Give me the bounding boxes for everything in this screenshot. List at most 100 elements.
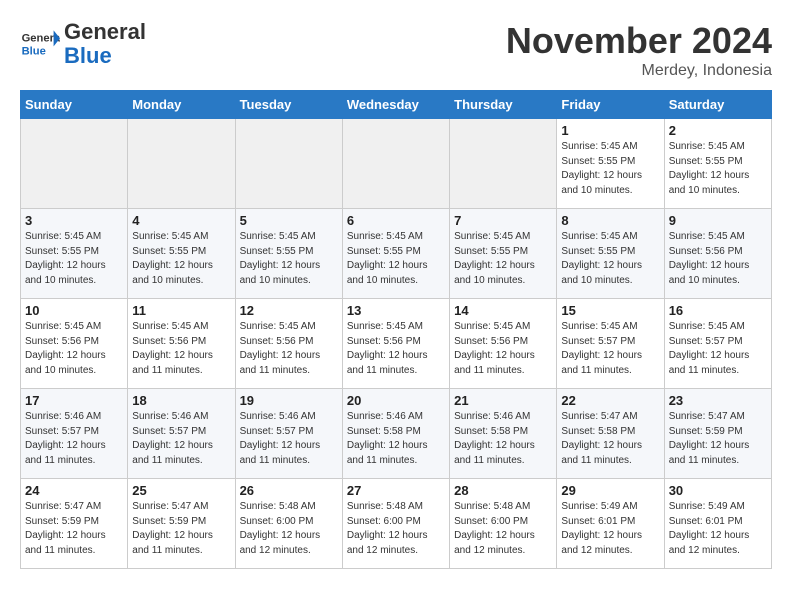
day-number: 11 (132, 303, 230, 318)
calendar-cell: 24Sunrise: 5:47 AM Sunset: 5:59 PM Dayli… (21, 479, 128, 569)
day-info: Sunrise: 5:47 AM Sunset: 5:59 PM Dayligh… (132, 500, 230, 558)
location-label: Merdey, Indonesia (506, 62, 772, 80)
calendar-cell: 30 Sunrise: 5:49 AM Sunset: 6:01 PM Dayli… (664, 479, 771, 569)
calendar-cell: 11 Sunrise: 5:45 AM Sunset: 5:56 PM Dayli… (128, 299, 235, 389)
logo-text: General Blue (64, 20, 146, 68)
day-number: 4 (132, 213, 230, 228)
weekday-header-wednesday: Wednesday (342, 91, 449, 119)
calendar-cell: 12 Sunrise: 5:45 AM Sunset: 5:56 PM Dayli… (235, 299, 342, 389)
calendar-week-4: 17Sunrise: 5:46 AM Sunset: 5:57 PM Dayli… (21, 389, 772, 479)
calendar-cell: 4Sunrise: 5:45 AM Sunset: 5:55 PM Daylig… (128, 209, 235, 299)
day-number: 7 (454, 213, 552, 228)
day-number: 13 (347, 303, 445, 318)
day-number: 8 (561, 213, 659, 228)
calendar-cell: 5 Sunrise: 5:45 AM Sunset: 5:55 PM Daylig… (235, 209, 342, 299)
calendar-cell: 22 Sunrise: 5:47 AM Sunset: 5:58 PM Dayli… (557, 389, 664, 479)
month-title: November 2024 (506, 20, 772, 62)
calendar-cell: 14 Sunrise: 5:45 AM Sunset: 5:56 PM Dayli… (450, 299, 557, 389)
calendar-cell: 10 Sunrise: 5:45 AM Sunset: 5:56 PM Dayli… (21, 299, 128, 389)
weekday-header-saturday: Saturday (664, 91, 771, 119)
day-info: Sunrise: 5:49 AM Sunset: 6:01 PM Dayligh… (561, 500, 659, 558)
calendar-cell: 2 Sunrise: 5:45 AM Sunset: 5:55 PM Daylig… (664, 119, 771, 209)
day-info: Sunrise: 5:47 AM Sunset: 5:58 PM Dayligh… (561, 410, 659, 468)
day-info: Sunrise: 5:45 AM Sunset: 5:56 PM Dayligh… (347, 320, 445, 378)
calendar-cell: 18 Sunrise: 5:46 AM Sunset: 5:57 PM Dayli… (128, 389, 235, 479)
title-block: November 2024 Merdey, Indonesia (506, 20, 772, 80)
day-info: Sunrise: 5:45 AM Sunset: 5:56 PM Dayligh… (240, 320, 338, 378)
day-number: 10 (25, 303, 123, 318)
page-header: General Blue General Blue November 2024 … (20, 20, 772, 80)
day-info: Sunrise: 5:48 AM Sunset: 6:00 PM Dayligh… (240, 500, 338, 558)
calendar-cell: 15 Sunrise: 5:45 AM Sunset: 5:57 PM Dayli… (557, 299, 664, 389)
day-number: 18 (132, 393, 230, 408)
day-number: 23 (669, 393, 767, 408)
calendar-week-3: 10 Sunrise: 5:45 AM Sunset: 5:56 PM Dayli… (21, 299, 772, 389)
day-number: 5 (240, 213, 338, 228)
day-number: 12 (240, 303, 338, 318)
calendar-cell: 7 Sunrise: 5:45 AM Sunset: 5:55 PM Daylig… (450, 209, 557, 299)
day-number: 29 (561, 483, 659, 498)
logo: General Blue General Blue (20, 20, 146, 68)
day-info: Sunrise: 5:46 AM Sunset: 5:57 PM Dayligh… (132, 410, 230, 468)
day-number: 14 (454, 303, 552, 318)
calendar-cell: 27 Sunrise: 5:48 AM Sunset: 6:00 PM Dayli… (342, 479, 449, 569)
day-number: 15 (561, 303, 659, 318)
day-info: Sunrise: 5:45 AM Sunset: 5:55 PM Dayligh… (669, 140, 767, 198)
calendar-cell: 8 Sunrise: 5:45 AM Sunset: 5:55 PM Daylig… (557, 209, 664, 299)
calendar-week-2: 3 Sunrise: 5:45 AM Sunset: 5:55 PM Daylig… (21, 209, 772, 299)
weekday-header-monday: Monday (128, 91, 235, 119)
calendar-cell: 17Sunrise: 5:46 AM Sunset: 5:57 PM Dayli… (21, 389, 128, 479)
day-number: 21 (454, 393, 552, 408)
day-info: Sunrise: 5:45 AM Sunset: 5:55 PM Dayligh… (454, 230, 552, 288)
calendar-week-5: 24Sunrise: 5:47 AM Sunset: 5:59 PM Dayli… (21, 479, 772, 569)
day-number: 22 (561, 393, 659, 408)
logo-icon: General Blue (20, 24, 60, 64)
day-number: 1 (561, 123, 659, 138)
svg-text:Blue: Blue (22, 46, 46, 58)
calendar-cell: 25 Sunrise: 5:47 AM Sunset: 5:59 PM Dayli… (128, 479, 235, 569)
calendar-header-row: SundayMondayTuesdayWednesdayThursdayFrid… (21, 91, 772, 119)
calendar-cell: 6 Sunrise: 5:45 AM Sunset: 5:55 PM Daylig… (342, 209, 449, 299)
calendar-cell (235, 119, 342, 209)
calendar-cell: 28 Sunrise: 5:48 AM Sunset: 6:00 PM Dayli… (450, 479, 557, 569)
day-info: Sunrise: 5:45 AM Sunset: 5:55 PM Dayligh… (240, 230, 338, 288)
day-info: Sunrise: 5:45 AM Sunset: 5:55 PM Dayligh… (561, 140, 659, 198)
day-info: Sunrise: 5:47 AM Sunset: 5:59 PM Dayligh… (669, 410, 767, 468)
calendar-cell: 9Sunrise: 5:45 AM Sunset: 5:56 PM Daylig… (664, 209, 771, 299)
day-info: Sunrise: 5:48 AM Sunset: 6:00 PM Dayligh… (454, 500, 552, 558)
day-info: Sunrise: 5:46 AM Sunset: 5:57 PM Dayligh… (240, 410, 338, 468)
calendar-cell: 20 Sunrise: 5:46 AM Sunset: 5:58 PM Dayli… (342, 389, 449, 479)
day-number: 20 (347, 393, 445, 408)
day-info: Sunrise: 5:46 AM Sunset: 5:58 PM Dayligh… (347, 410, 445, 468)
day-info: Sunrise: 5:45 AM Sunset: 5:56 PM Dayligh… (669, 230, 767, 288)
day-number: 27 (347, 483, 445, 498)
day-info: Sunrise: 5:45 AM Sunset: 5:57 PM Dayligh… (669, 320, 767, 378)
day-number: 2 (669, 123, 767, 138)
day-info: Sunrise: 5:45 AM Sunset: 5:56 PM Dayligh… (132, 320, 230, 378)
day-info: Sunrise: 5:45 AM Sunset: 5:55 PM Dayligh… (561, 230, 659, 288)
calendar-cell: 29 Sunrise: 5:49 AM Sunset: 6:01 PM Dayli… (557, 479, 664, 569)
day-number: 19 (240, 393, 338, 408)
calendar-cell (450, 119, 557, 209)
day-info: Sunrise: 5:45 AM Sunset: 5:55 PM Dayligh… (347, 230, 445, 288)
day-info: Sunrise: 5:48 AM Sunset: 6:00 PM Dayligh… (347, 500, 445, 558)
calendar-table: SundayMondayTuesdayWednesdayThursdayFrid… (20, 90, 772, 569)
weekday-header-thursday: Thursday (450, 91, 557, 119)
day-number: 28 (454, 483, 552, 498)
calendar-body: 1 Sunrise: 5:45 AM Sunset: 5:55 PM Daylig… (21, 119, 772, 569)
day-info: Sunrise: 5:49 AM Sunset: 6:01 PM Dayligh… (669, 500, 767, 558)
weekday-header-friday: Friday (557, 91, 664, 119)
calendar-cell (342, 119, 449, 209)
day-number: 25 (132, 483, 230, 498)
calendar-cell: 1 Sunrise: 5:45 AM Sunset: 5:55 PM Daylig… (557, 119, 664, 209)
day-info: Sunrise: 5:45 AM Sunset: 5:57 PM Dayligh… (561, 320, 659, 378)
day-number: 6 (347, 213, 445, 228)
calendar-cell: 13 Sunrise: 5:45 AM Sunset: 5:56 PM Dayli… (342, 299, 449, 389)
day-info: Sunrise: 5:45 AM Sunset: 5:56 PM Dayligh… (454, 320, 552, 378)
day-number: 30 (669, 483, 767, 498)
calendar-cell: 16 Sunrise: 5:45 AM Sunset: 5:57 PM Dayli… (664, 299, 771, 389)
day-number: 16 (669, 303, 767, 318)
day-info: Sunrise: 5:45 AM Sunset: 5:56 PM Dayligh… (25, 320, 123, 378)
day-number: 3 (25, 213, 123, 228)
calendar-cell: 21Sunrise: 5:46 AM Sunset: 5:58 PM Dayli… (450, 389, 557, 479)
